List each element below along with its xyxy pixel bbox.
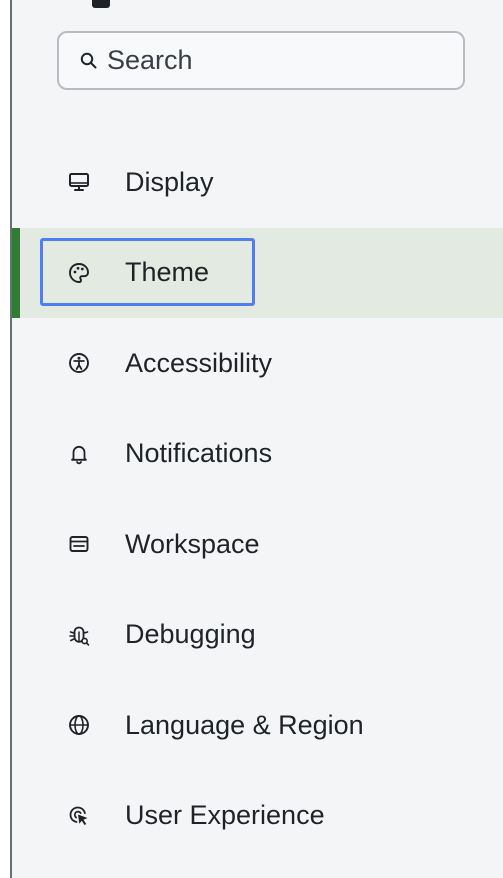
settings-nav: Display Theme Accessibility Notification… bbox=[12, 137, 503, 861]
sidebar-item-theme[interactable]: Theme bbox=[12, 227, 503, 318]
sidebar-item-notifications[interactable]: Notifications bbox=[12, 409, 503, 500]
search-box[interactable] bbox=[57, 31, 465, 90]
cursor-click-icon bbox=[66, 803, 92, 829]
sidebar-item-display[interactable]: Display bbox=[12, 137, 503, 228]
bell-icon bbox=[66, 441, 92, 467]
search-icon bbox=[79, 51, 99, 71]
sidebar-item-label: Display bbox=[125, 166, 214, 197]
sidebar-item-accessibility[interactable]: Accessibility bbox=[12, 318, 503, 409]
sidebar-item-label: Notifications bbox=[125, 438, 273, 469]
monitor-icon bbox=[66, 169, 92, 195]
search-input[interactable] bbox=[107, 45, 447, 76]
palette-icon bbox=[66, 260, 92, 286]
bug-icon bbox=[66, 622, 92, 648]
window-border bbox=[0, 0, 12, 878]
sidebar-item-label: Accessibility bbox=[125, 347, 273, 378]
cropped-heading-fragment bbox=[92, 0, 110, 8]
sidebar-item-language-region[interactable]: Language & Region bbox=[12, 680, 503, 771]
settings-sidebar: Display Theme bbox=[0, 0, 503, 878]
sidebar-item-workspace[interactable]: Workspace bbox=[12, 499, 503, 590]
sidebar-item-user-experience[interactable]: User Experience bbox=[12, 771, 503, 862]
sidebar-item-label: Theme bbox=[125, 257, 210, 288]
sidebar-item-label: Workspace bbox=[125, 528, 260, 559]
sidebar-item-debugging[interactable]: Debugging bbox=[12, 590, 503, 681]
window-icon bbox=[66, 531, 92, 557]
accessibility-icon bbox=[66, 350, 92, 376]
sidebar-item-label: User Experience bbox=[125, 800, 325, 831]
globe-icon bbox=[66, 712, 92, 738]
sidebar-item-label: Language & Region bbox=[125, 709, 364, 740]
sidebar-item-label: Debugging bbox=[125, 619, 256, 650]
